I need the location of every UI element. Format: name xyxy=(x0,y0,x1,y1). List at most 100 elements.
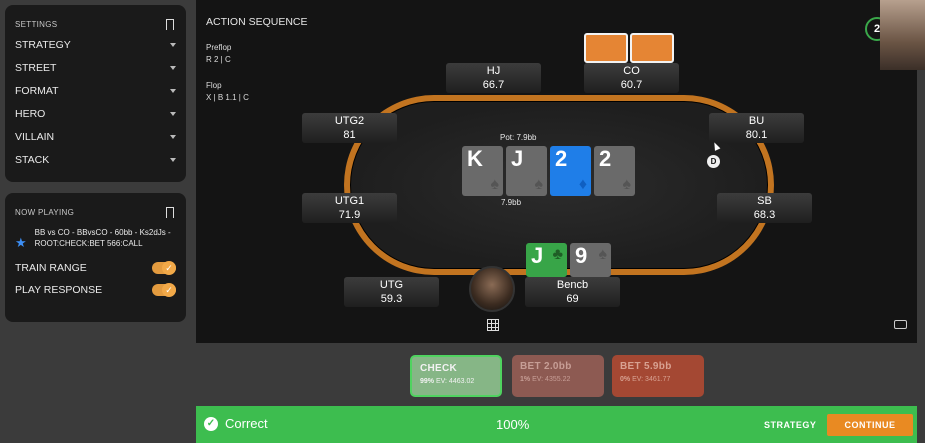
action-stats: 1% EV: 4355.22 xyxy=(520,376,596,383)
spade-icon: ♠ xyxy=(598,246,608,263)
seat-name: SB xyxy=(757,195,772,207)
seat-stack: 60.7 xyxy=(620,79,643,91)
settings-item-strategy[interactable]: STRATEGY xyxy=(15,33,176,56)
spade-icon: ♠ xyxy=(622,176,632,193)
seat-utg[interactable]: UTG 59.3 xyxy=(344,277,439,307)
preflop-sequence: Preflop R 2 | C xyxy=(206,42,231,66)
check-circle-icon: ✓ xyxy=(204,416,218,431)
settings-item-label: STREET xyxy=(15,61,57,74)
bet-small-button[interactable]: BET 2.0bb 1% EV: 4355.22 xyxy=(512,355,604,397)
settings-item-villain[interactable]: VILLAIN xyxy=(15,125,176,148)
now-playing-spot: ★ BB vs CO - BBvsCO - 60bb - Ks2dJs - RO… xyxy=(5,219,186,251)
seat-sb[interactable]: SB 68.3 xyxy=(717,193,812,223)
hero-card: J ♣ xyxy=(526,243,567,277)
seat-name: HJ xyxy=(486,65,501,77)
seat-stack: 68.3 xyxy=(753,209,776,221)
settings-item-street[interactable]: STREET xyxy=(15,56,176,79)
card-rank: 2 xyxy=(555,146,568,171)
app-root: SETTINGS STRATEGY STREET FORMAT HERO VIL… xyxy=(0,0,925,443)
seat-utg2[interactable]: UTG2 81 xyxy=(302,113,397,143)
action-frequency: 99% xyxy=(420,378,435,385)
strategy-link[interactable]: STRATEGY xyxy=(764,420,816,430)
now-playing-header: NOW PLAYING xyxy=(5,193,186,220)
bookmark-icon[interactable] xyxy=(166,206,174,220)
now-playing-title: NOW PLAYING xyxy=(15,207,75,217)
chevron-down-icon xyxy=(170,134,176,139)
seat-hero[interactable]: Bencb 69 xyxy=(525,277,620,307)
dealer-button: D xyxy=(707,155,720,168)
seat-name: UTG xyxy=(379,279,404,291)
train-range-row: TRAIN RANGE ✓ xyxy=(5,257,186,279)
preflop-actions: R 2 | C xyxy=(206,55,231,64)
check-icon: ✓ xyxy=(162,283,176,297)
continue-button[interactable]: CONTINUE xyxy=(827,414,913,436)
settings-item-label: VILLAIN xyxy=(15,130,55,143)
result-bar: ✓ Correct 100% STRATEGY CONTINUE xyxy=(196,406,917,443)
seat-hj[interactable]: HJ 66.7 xyxy=(446,63,541,93)
seat-co[interactable]: CO 60.7 xyxy=(584,63,679,93)
villain-card-back xyxy=(630,33,674,63)
action-ev: EV: 4463.02 xyxy=(435,378,475,385)
settings-item-format[interactable]: FORMAT xyxy=(15,79,176,102)
board-card: J ♠ xyxy=(506,146,547,196)
action-frequency: 1% xyxy=(520,376,531,383)
action-bar: CHECK 99% EV: 4463.02 BET 2.0bb 1% EV: 4… xyxy=(196,343,917,406)
bet-big-button[interactable]: BET 5.9bb 0% EV: 3461.77 xyxy=(612,355,704,397)
result-score: 100% xyxy=(496,417,530,432)
seat-bu[interactable]: BU 80.1 xyxy=(709,113,804,143)
board-card: 2 ♦ xyxy=(550,146,591,196)
seat-name: CO xyxy=(623,65,640,77)
card-rank: J xyxy=(511,146,524,171)
range-grid-icon[interactable] xyxy=(487,319,499,331)
board-card: 2 ♠ xyxy=(594,146,635,196)
train-range-toggle[interactable]: ✓ xyxy=(152,261,176,275)
seat-name: Bencb xyxy=(556,279,589,291)
flop-label: Flop xyxy=(206,81,222,90)
settings-item-label: HERO xyxy=(15,107,46,120)
seat-utg1[interactable]: UTG1 71.9 xyxy=(302,193,397,223)
settings-item-label: STACK xyxy=(15,153,50,166)
train-range-label: TRAIN RANGE xyxy=(15,262,87,274)
settings-item-label: FORMAT xyxy=(15,84,59,97)
card-rank: 9 xyxy=(575,243,588,268)
settings-item-stack[interactable]: STACK xyxy=(15,148,176,171)
star-icon[interactable]: ★ xyxy=(15,235,27,251)
pot-label: Pot: 7.9bb xyxy=(500,133,537,142)
action-label: BET 2.0bb xyxy=(520,361,572,372)
play-response-label: PLAY RESPONSE xyxy=(15,284,103,296)
check-icon: ✓ xyxy=(162,261,176,275)
seat-stack: 69 xyxy=(566,293,579,305)
action-stats: 99% EV: 4463.02 xyxy=(420,378,492,385)
play-response-row: PLAY RESPONSE ✓ xyxy=(5,279,186,301)
seat-stack: 81 xyxy=(343,129,356,141)
card-rank: J xyxy=(531,243,544,268)
flop-actions: X | B 1.1 | C xyxy=(206,93,249,102)
check-button[interactable]: CHECK 99% EV: 4463.02 xyxy=(410,355,502,397)
seat-stack: 71.9 xyxy=(338,209,361,221)
board-card: K ♠ xyxy=(462,146,503,196)
action-frequency: 0% xyxy=(620,376,631,383)
hero-card: 9 ♠ xyxy=(570,243,611,277)
settings-panel: SETTINGS STRATEGY STREET FORMAT HERO VIL… xyxy=(5,5,186,182)
settings-item-label: STRATEGY xyxy=(15,38,71,51)
webcam-overlay xyxy=(880,0,925,70)
settings-menu: STRATEGY STREET FORMAT HERO VILLAIN STAC… xyxy=(5,31,186,171)
chevron-down-icon xyxy=(170,42,176,47)
pot-chips-label: 7.9bb xyxy=(501,198,522,207)
keyboard-icon[interactable] xyxy=(894,320,907,329)
action-ev: EV: 4355.22 xyxy=(532,376,571,383)
settings-item-hero[interactable]: HERO xyxy=(15,102,176,125)
chevron-down-icon xyxy=(170,111,176,116)
play-response-toggle[interactable]: ✓ xyxy=(152,283,176,297)
seat-name: UTG2 xyxy=(334,115,365,127)
bookmark-icon[interactable] xyxy=(166,18,174,32)
chevron-down-icon xyxy=(170,157,176,162)
preflop-label: Preflop xyxy=(206,43,232,52)
spot-description: BB vs CO - BBvsCO - 60bb - Ks2dJs - ROOT… xyxy=(34,228,171,248)
card-rank: 2 xyxy=(599,146,612,171)
result-status-label: Correct xyxy=(225,416,268,431)
seat-stack: 66.7 xyxy=(482,79,505,91)
hero-avatar xyxy=(469,266,515,312)
action-ev: EV: 3461.77 xyxy=(632,376,671,383)
card-rank: K xyxy=(467,146,483,171)
